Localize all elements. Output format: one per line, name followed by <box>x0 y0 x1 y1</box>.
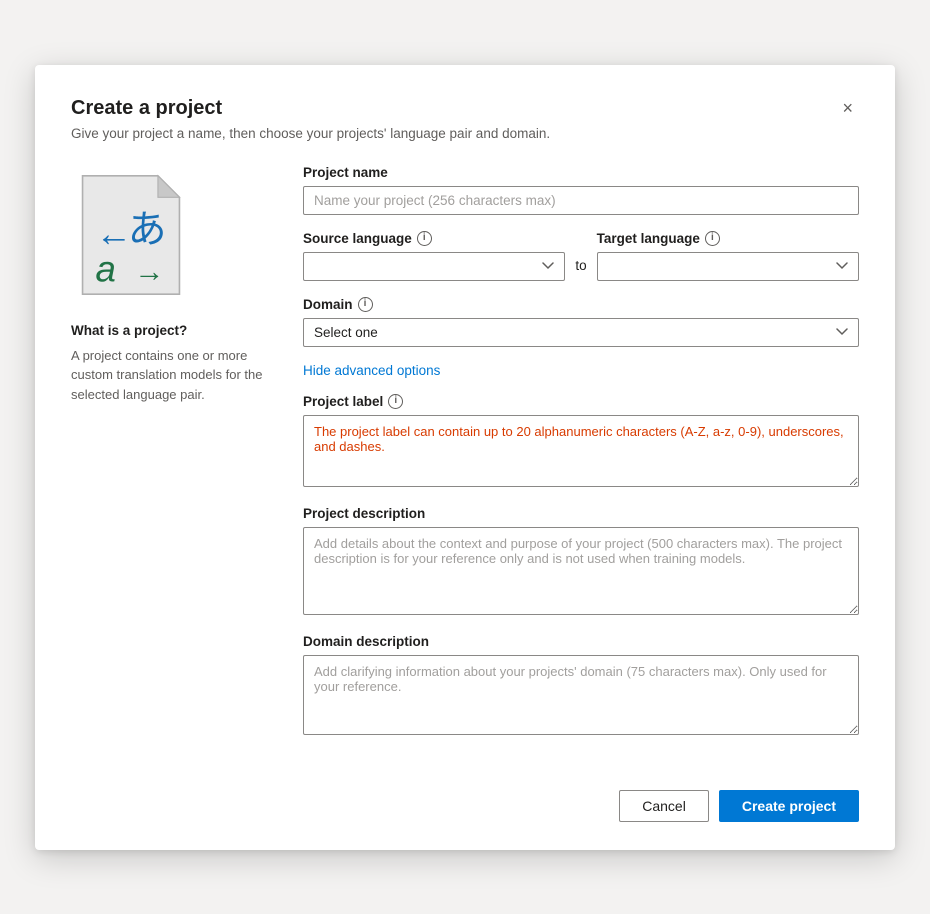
project-description-field-group: Project description <box>303 506 859 618</box>
cancel-button[interactable]: Cancel <box>619 790 709 822</box>
domain-description-textarea[interactable] <box>303 655 859 735</box>
project-name-input[interactable] <box>303 186 859 215</box>
domain-field-group: Domain i Select one <box>303 297 859 347</box>
domain-label: Domain i <box>303 297 859 312</box>
domain-description-field-group: Domain description <box>303 634 859 738</box>
project-icon: ← あ a → <box>71 165 191 305</box>
domain-select[interactable]: Select one <box>303 318 859 347</box>
svg-text:→: → <box>134 255 164 288</box>
source-language-group: Source language i <box>303 231 565 281</box>
target-language-group: Target language i <box>597 231 859 281</box>
target-language-select[interactable] <box>597 252 859 281</box>
dialog-header: Create a project × <box>71 97 859 120</box>
dialog-footer: Cancel Create project <box>303 778 859 822</box>
project-label-info-icon: i <box>388 394 403 409</box>
to-label: to <box>565 258 596 281</box>
language-row: Source language i to Target language i <box>303 231 859 281</box>
dialog-title: Create a project <box>71 97 222 120</box>
project-description-textarea[interactable] <box>303 527 859 615</box>
project-label-textarea[interactable] <box>303 415 859 487</box>
left-panel: ← あ a → What is a project? A project con… <box>71 165 271 405</box>
right-panel: Project name Source language i to <box>303 165 859 822</box>
what-is-project-title: What is a project? <box>71 323 187 338</box>
target-language-label: Target language i <box>597 231 859 246</box>
project-label-field-group: Project label i <box>303 394 859 490</box>
project-description-label: Project description <box>303 506 859 521</box>
create-project-button[interactable]: Create project <box>719 790 859 822</box>
project-name-label: Project name <box>303 165 859 180</box>
dialog-body: ← あ a → What is a project? A project con… <box>71 165 859 822</box>
project-label-label: Project label i <box>303 394 859 409</box>
project-name-field-group: Project name <box>303 165 859 215</box>
what-is-project-desc: A project contains one or more custom tr… <box>71 346 271 405</box>
create-project-dialog: Create a project × Give your project a n… <box>35 65 895 850</box>
hide-advanced-options-link[interactable]: Hide advanced options <box>303 363 859 378</box>
source-language-label: Source language i <box>303 231 565 246</box>
domain-info-icon: i <box>358 297 373 312</box>
source-language-info-icon: i <box>417 231 432 246</box>
target-language-info-icon: i <box>705 231 720 246</box>
domain-description-label: Domain description <box>303 634 859 649</box>
close-button[interactable]: × <box>836 97 859 119</box>
dialog-subtitle: Give your project a name, then choose yo… <box>71 126 859 141</box>
svg-text:あ: あ <box>128 208 167 251</box>
source-language-select[interactable] <box>303 252 565 281</box>
svg-text:a: a <box>95 248 115 289</box>
